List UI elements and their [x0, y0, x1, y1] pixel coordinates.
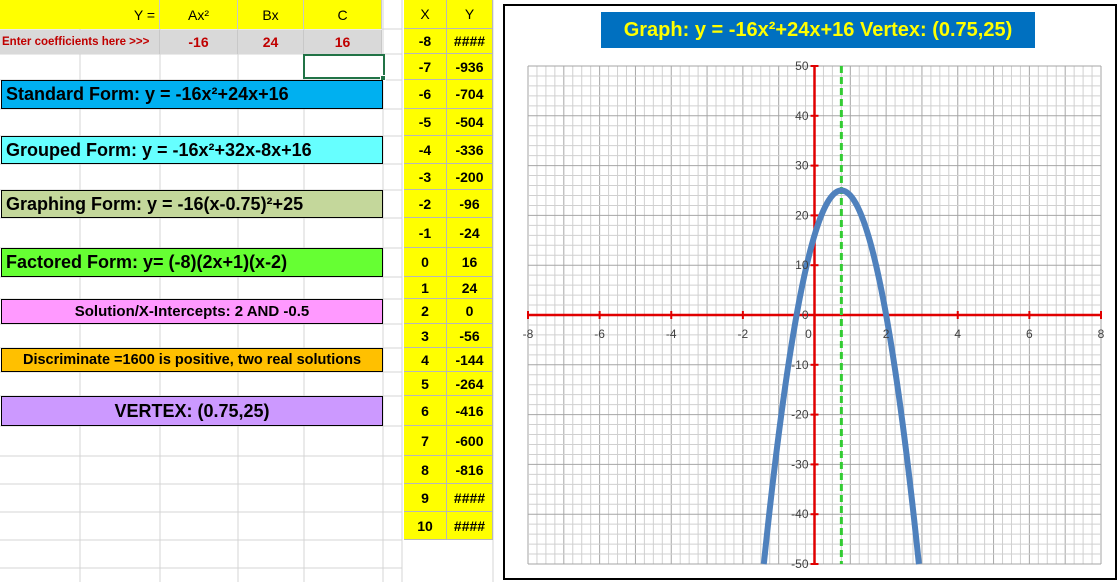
- c-coefficient-header: C: [304, 0, 382, 29]
- table-cell-y: -504: [447, 109, 493, 136]
- table-cell-x: 5: [404, 372, 447, 396]
- table-cell-x: 3: [404, 324, 447, 348]
- table-cell-y: 24: [447, 277, 493, 299]
- solutions-box: Solution/X-Intercepts: 2 AND -0.5: [1, 299, 383, 324]
- y-equals-label: Y =: [0, 0, 160, 29]
- discriminant-box: Discriminate =1600 is positive, two real…: [1, 348, 383, 372]
- table-cell-y: -336: [447, 136, 493, 164]
- table-cell-y: -24: [447, 218, 493, 248]
- table-cell-x: 1: [404, 277, 447, 299]
- table-cell-y: -936: [447, 54, 493, 80]
- table-cell-y: ####: [447, 484, 493, 512]
- table-cell-y: -704: [447, 80, 493, 109]
- b-coefficient-header: Bx: [238, 0, 304, 29]
- table-cell-y: -264: [447, 372, 493, 396]
- coefficient-prompt: Enter coefficients here >>>: [0, 30, 160, 54]
- table-cell-x: -3: [404, 164, 447, 190]
- table-cell-y: ####: [447, 512, 493, 540]
- table-cell-y: 16: [447, 248, 493, 277]
- vertex-box: VERTEX: (0.75,25): [1, 396, 383, 426]
- table-cell-x: -4: [404, 136, 447, 164]
- selected-cell[interactable]: [303, 54, 385, 79]
- table-cell-y: -200: [447, 164, 493, 190]
- table-cell-x: -1: [404, 218, 447, 248]
- table-cell-y: -600: [447, 426, 493, 456]
- table-cell-x: 10: [404, 512, 447, 540]
- table-cell-y: -96: [447, 190, 493, 218]
- chart-title: Graph: y = -16x²+24x+16 Vertex: (0.75,25…: [601, 12, 1035, 48]
- table-cell-x: 0: [404, 248, 447, 277]
- table-cell-y: ####: [447, 29, 493, 54]
- b-coefficient-input[interactable]: 24: [238, 30, 304, 54]
- standard-form-box: Standard Form: y = -16x²+24x+16: [1, 80, 383, 109]
- table-cell-y: -416: [447, 396, 493, 426]
- table-cell-x: -7: [404, 54, 447, 80]
- table-cell-y: -56: [447, 324, 493, 348]
- a-coefficient-header: Ax²: [160, 0, 238, 29]
- table-cell-y: 0: [447, 299, 493, 324]
- table-cell-x: 7: [404, 426, 447, 456]
- factored-form-box: Factored Form: y= (-8)(2x+1)(x-2): [1, 248, 383, 277]
- table-cell-x: 8: [404, 456, 447, 484]
- grouped-form-box: Grouped Form: y = -16x²+32x-8x+16: [1, 136, 383, 164]
- table-cell-x: 6: [404, 396, 447, 426]
- table-cell-x: -6: [404, 80, 447, 109]
- table-cell-x: -5: [404, 109, 447, 136]
- a-coefficient-input[interactable]: -16: [160, 30, 238, 54]
- table-cell-y: -144: [447, 348, 493, 372]
- table-cell-x: 2: [404, 299, 447, 324]
- c-coefficient-input[interactable]: 16: [304, 30, 382, 54]
- table-cell-x: 4: [404, 348, 447, 372]
- table-cell-y: -816: [447, 456, 493, 484]
- table-cell-x: -2: [404, 190, 447, 218]
- chart-panel[interactable]: [503, 4, 1117, 580]
- table-header-x: X: [404, 0, 447, 29]
- table-header-y: Y: [447, 0, 493, 29]
- table-cell-x: -8: [404, 29, 447, 54]
- graphing-form-box: Graphing Form: y = -16(x-0.75)²+25: [1, 190, 383, 218]
- table-cell-x: 9: [404, 484, 447, 512]
